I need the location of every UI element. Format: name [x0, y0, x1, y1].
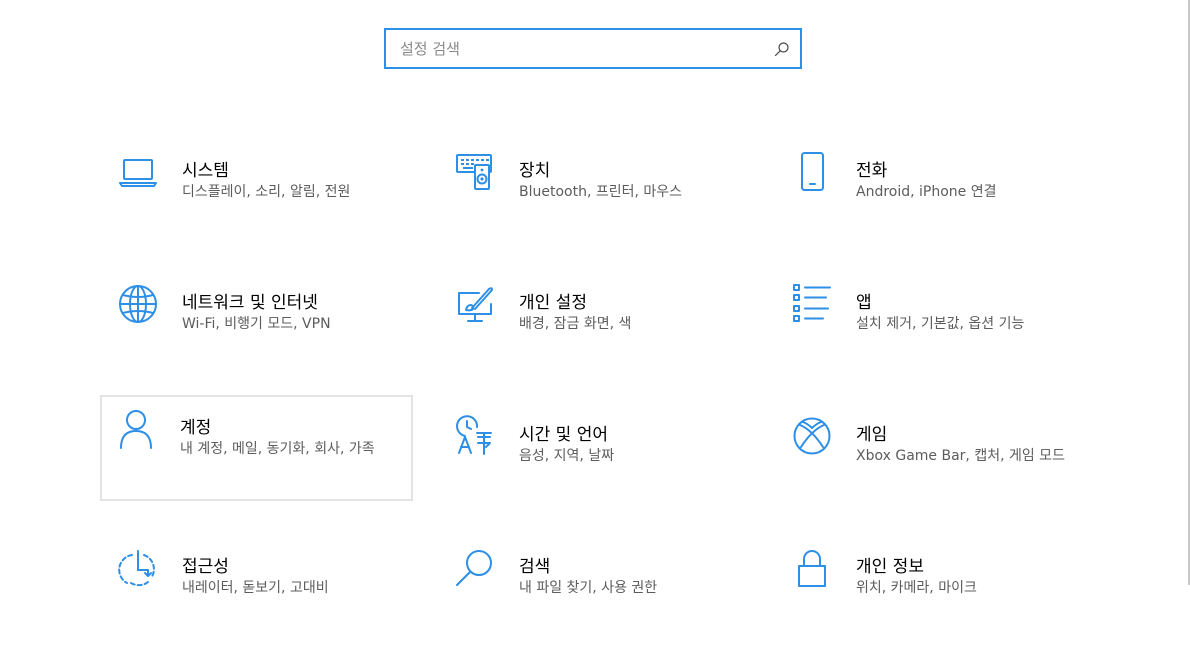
tile-time-language[interactable]: 시간 및 언어 음성, 지역, 날짜 [439, 402, 749, 506]
tile-title: 장치 [519, 161, 551, 181]
person-icon [116, 409, 156, 449]
tile-search[interactable]: 검색 내 파일 찾기, 사용 권한 [439, 534, 749, 638]
tile-description: 음성, 지역, 날짜 [519, 448, 615, 464]
tile-title: 전화 [856, 161, 888, 181]
settings-search-box[interactable] [384, 28, 802, 69]
tile-description: 디스플레이, 소리, 알림, 전원 [182, 184, 351, 200]
tile-gaming[interactable]: 게임 Xbox Game Bar, 캡처, 게임 모드 [776, 402, 1086, 506]
app-list-icon [792, 284, 832, 324]
tile-title: 시스템 [182, 161, 229, 181]
tile-title: 계정 [180, 418, 212, 438]
search-input[interactable] [400, 30, 760, 67]
tile-title: 게임 [856, 425, 888, 445]
tile-title: 검색 [519, 557, 551, 577]
tile-description: 설치 제거, 기본값, 옵션 기능 [856, 316, 1025, 332]
tile-title: 개인 설정 [519, 293, 587, 313]
tile-description: 내레이터, 돋보기, 고대비 [182, 580, 329, 596]
tile-title: 시간 및 언어 [519, 425, 609, 445]
paint-monitor-icon [455, 284, 495, 324]
search-icon[interactable] [774, 41, 790, 57]
tile-description: 배경, 잠금 화면, 색 [519, 316, 632, 332]
tile-description: 내 파일 찾기, 사용 권한 [519, 580, 658, 596]
tile-description: Android, iPhone 연결 [856, 184, 997, 200]
tile-description: 내 계정, 메일, 동기화, 회사, 가족 [180, 441, 375, 457]
phone-icon [792, 152, 832, 192]
tile-description: Wi-Fi, 비행기 모드, VPN [182, 316, 331, 332]
tile-phone[interactable]: 전화 Android, iPhone 연결 [776, 138, 1086, 242]
tile-personalization[interactable]: 개인 설정 배경, 잠금 화면, 색 [439, 270, 749, 374]
time-language-icon [455, 415, 495, 456]
tile-devices[interactable]: 장치 Bluetooth, 프린터, 마우스 [439, 138, 749, 242]
keyboard-speaker-icon [455, 152, 495, 192]
tile-description: Xbox Game Bar, 캡처, 게임 모드 [856, 448, 1065, 464]
accessibility-icon [118, 548, 158, 588]
tile-description: Bluetooth, 프린터, 마우스 [519, 184, 683, 200]
tile-title: 접근성 [182, 557, 229, 577]
lock-icon [792, 548, 832, 588]
tile-accessibility[interactable]: 접근성 내레이터, 돋보기, 고대비 [102, 534, 412, 638]
tile-apps[interactable]: 앱 설치 제거, 기본값, 옵션 기능 [776, 270, 1086, 374]
tile-network[interactable]: 네트워크 및 인터넷 Wi-Fi, 비행기 모드, VPN [102, 270, 412, 374]
laptop-icon [118, 152, 158, 192]
tile-description: 위치, 카메라, 마이크 [856, 580, 977, 596]
settings-home: 시스템 디스플레이, 소리, 알림, 전원 장치 Bluetooth, 프린터,… [0, 0, 1190, 659]
magnifier-icon [455, 548, 495, 588]
tile-privacy[interactable]: 개인 정보 위치, 카메라, 마이크 [776, 534, 1086, 638]
globe-icon [118, 284, 158, 324]
tile-title: 개인 정보 [856, 557, 924, 577]
tile-title: 앱 [856, 293, 872, 313]
tile-system[interactable]: 시스템 디스플레이, 소리, 알림, 전원 [102, 138, 412, 242]
xbox-icon [792, 416, 832, 456]
tile-title: 네트워크 및 인터넷 [182, 293, 318, 313]
tile-accounts[interactable]: 계정 내 계정, 메일, 동기화, 회사, 가족 [100, 395, 413, 501]
